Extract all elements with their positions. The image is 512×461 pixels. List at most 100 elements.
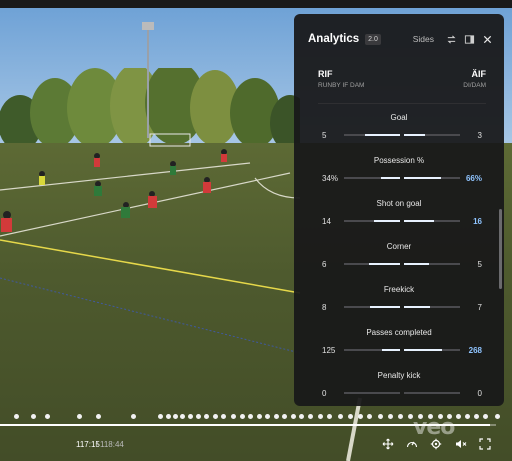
settings-icon[interactable] (429, 437, 443, 451)
stat-label: Possession % (373, 156, 425, 165)
stats-list: Goal 5 3 Possession % 34% 66% Shot on goal 14 16… (294, 104, 504, 405)
stat-away-bar (404, 306, 460, 308)
progress-fill (0, 424, 491, 426)
stat-away-bar-fill (404, 134, 425, 136)
event-marker[interactable] (282, 414, 287, 419)
stat-home-bar (344, 349, 400, 351)
event-marker[interactable] (318, 414, 323, 419)
event-marker[interactable] (291, 414, 296, 419)
event-marker[interactable] (204, 414, 209, 419)
swap-icon[interactable] (444, 32, 458, 46)
stat-home-bar-fill (365, 134, 400, 136)
stat-label: Shot on goal (376, 199, 422, 208)
event-marker[interactable] (447, 414, 452, 419)
stat-away-value: 5 (477, 260, 482, 269)
stat-row: Passes completed 125 268 (294, 319, 504, 362)
event-marker[interactable] (418, 414, 423, 419)
event-marker[interactable] (257, 414, 262, 419)
stat-away-bar (404, 134, 460, 136)
event-marker[interactable] (240, 414, 245, 419)
stat-home-bar-fill (370, 306, 400, 308)
event-marker[interactable] (173, 414, 178, 419)
stat-row: Possession % 34% 66% (294, 147, 504, 190)
speed-icon[interactable] (405, 437, 419, 451)
move-icon[interactable] (381, 437, 395, 451)
event-marker[interactable] (265, 414, 270, 419)
event-marker[interactable] (188, 414, 193, 419)
close-icon[interactable] (480, 32, 494, 46)
event-marker[interactable] (14, 414, 19, 419)
teams-row: RIF RUNBY IF DAM ÄIF DI/DAM (294, 64, 504, 104)
stat-away-bar-fill (404, 263, 429, 265)
event-marker[interactable] (131, 414, 136, 419)
stat-away-bar-fill (404, 220, 434, 222)
event-marker[interactable] (388, 414, 393, 419)
event-marker[interactable] (398, 414, 403, 419)
stat-away-value: 16 (473, 217, 482, 226)
event-marker[interactable] (299, 414, 304, 419)
progress-track[interactable] (0, 424, 496, 426)
time-separator: / (96, 440, 99, 449)
event-marker[interactable] (327, 414, 332, 419)
version-badge: 2.0 (365, 33, 381, 45)
event-marker[interactable] (180, 414, 185, 419)
stat-home-bar-fill (381, 177, 400, 179)
event-marker[interactable] (77, 414, 82, 419)
event-marker[interactable] (474, 414, 479, 419)
event-marker[interactable] (495, 414, 500, 419)
event-marker[interactable] (248, 414, 253, 419)
stat-away-value: 3 (477, 131, 482, 140)
event-marker[interactable] (96, 414, 101, 419)
event-marker[interactable] (274, 414, 279, 419)
stat-away-value: 0 (477, 389, 482, 398)
event-marker[interactable] (358, 414, 363, 419)
stat-home-value: 8 (322, 303, 327, 312)
home-team-name: RUNBY IF DAM (318, 82, 365, 89)
away-team-name: DI/DAM (463, 82, 486, 89)
sides-label: Sides (412, 34, 434, 44)
fullscreen-icon[interactable] (478, 437, 492, 451)
event-marker[interactable] (166, 414, 171, 419)
event-marker[interactable] (338, 414, 343, 419)
stat-label: Penalty kick (377, 371, 421, 380)
event-marker[interactable] (428, 414, 433, 419)
stat-home-bar (344, 392, 400, 394)
event-marker[interactable] (456, 414, 461, 419)
event-marker[interactable] (196, 414, 201, 419)
stat-away-bar (404, 220, 460, 222)
event-markers (0, 411, 512, 423)
event-marker[interactable] (378, 414, 383, 419)
stat-away-bar (404, 177, 460, 179)
event-marker[interactable] (408, 414, 413, 419)
stat-row: Goal 5 3 (294, 104, 504, 147)
event-marker[interactable] (231, 414, 236, 419)
time-total: 118:44 (100, 440, 124, 449)
stat-row: Corner 6 5 (294, 233, 504, 276)
event-marker[interactable] (465, 414, 470, 419)
event-marker[interactable] (438, 414, 443, 419)
stat-away-bar (404, 392, 460, 394)
event-marker[interactable] (483, 414, 488, 419)
panel-scrollbar[interactable] (499, 209, 502, 289)
event-marker[interactable] (158, 414, 163, 419)
event-marker[interactable] (348, 414, 353, 419)
event-marker[interactable] (221, 414, 226, 419)
stat-away-bar-fill (404, 177, 441, 179)
stat-home-bar (344, 263, 400, 265)
event-marker[interactable] (367, 414, 372, 419)
stat-away-bar (404, 349, 460, 351)
stat-home-bar-fill (374, 220, 400, 222)
stat-away-value: 7 (477, 303, 482, 312)
stat-home-bar-fill (382, 349, 400, 351)
event-marker[interactable] (31, 414, 36, 419)
stat-home-value: 14 (322, 217, 331, 226)
panel-header: Analytics 2.0 Sides (294, 14, 504, 64)
top-bar (0, 0, 512, 8)
panel-layout-icon[interactable] (462, 32, 476, 46)
stat-row: Penalty kick 0 0 (294, 362, 504, 405)
stat-label: Corner (386, 242, 412, 251)
event-marker[interactable] (45, 414, 50, 419)
event-marker[interactable] (213, 414, 218, 419)
mute-icon[interactable] (454, 437, 468, 451)
event-marker[interactable] (308, 414, 313, 419)
